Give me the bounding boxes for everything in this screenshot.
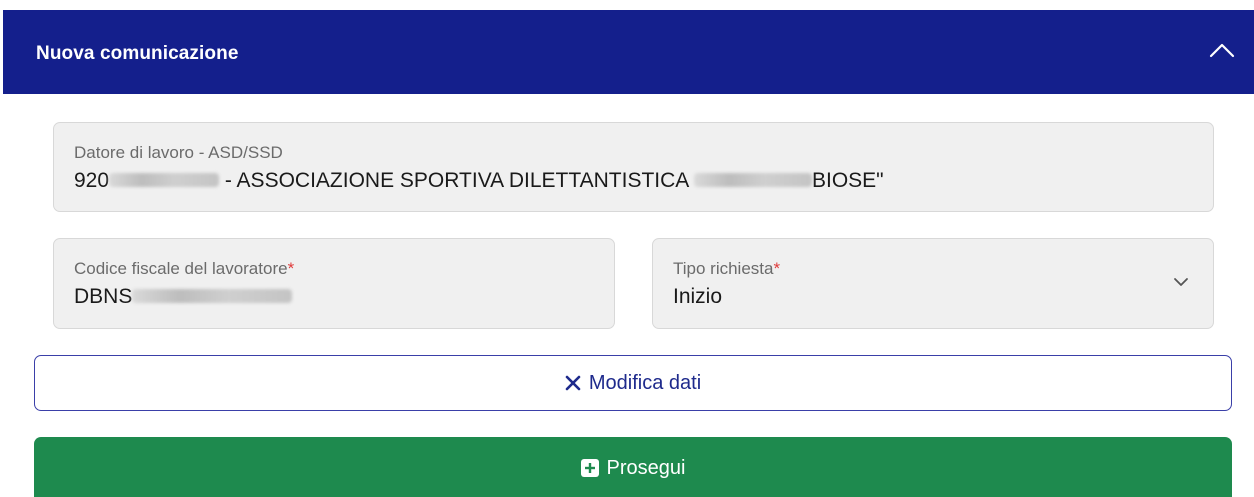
codice-fiscale-prefix: DBNS [74,285,133,308]
codice-fiscale-field[interactable]: Codice fiscale del lavoratore* DBNS [53,238,615,329]
close-icon [565,375,581,391]
modifica-dati-label: Modifica dati [588,371,702,394]
tipo-richiesta-select[interactable]: Tipo richiesta* Inizio [652,238,1214,329]
redacted-blur [693,172,812,187]
prosegui-label: Prosegui [606,457,686,479]
prosegui-button[interactable]: Prosegui [34,437,1232,497]
codice-fiscale-value[interactable]: DBNS [74,285,293,309]
required-mark: * [773,259,781,278]
tipo-richiesta-label: Tipo richiesta* [673,259,780,279]
codice-fiscale-label: Codice fiscale del lavoratore* [74,259,294,279]
required-mark: * [287,259,295,278]
codice-fiscale-label-text: Codice fiscale del lavoratore [74,259,288,278]
datore-value-middle: - ASSOCIAZIONE SPORTIVA DILETTANTISTICA [219,169,694,192]
redacted-blur [132,288,293,303]
chevron-up-icon[interactable] [1208,40,1236,60]
datore-value-prefix: 920 [74,169,110,192]
chevron-down-icon[interactable] [1173,277,1189,287]
tipo-richiesta-label-text: Tipo richiesta [673,259,774,278]
datore-lavoro-field: Datore di lavoro - ASD/SSD 920 - ASSOCIA… [53,122,1214,212]
datore-value-suffix: BIOSE" [811,169,884,192]
tipo-richiesta-value: Inizio [673,285,723,308]
datore-lavoro-value: 920 - ASSOCIAZIONE SPORTIVA DILETTANTIST… [74,169,884,193]
panel-header[interactable]: Nuova comunicazione [3,10,1254,94]
plus-square-icon [580,459,599,477]
redacted-blur [109,172,220,187]
panel-title: Nuova comunicazione [36,43,239,64]
datore-lavoro-label: Datore di lavoro - ASD/SSD [74,143,283,162]
modifica-dati-button[interactable]: Modifica dati [34,355,1232,411]
